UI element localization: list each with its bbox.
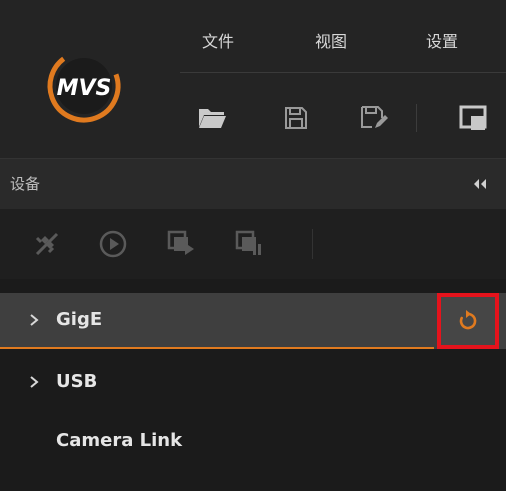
menu-file[interactable]: 文件 [202, 28, 234, 52]
save-button[interactable] [278, 100, 314, 136]
device-toolbar-separator [312, 229, 313, 259]
svg-text:MVS: MVS [57, 76, 112, 101]
disconnect-icon [35, 232, 59, 256]
top-bar: MVS 文件 视图 设置 [0, 0, 506, 158]
toolbar-separator [416, 104, 417, 132]
tree-item-label: Camera Link [56, 430, 183, 451]
start-grab-button[interactable] [164, 227, 198, 261]
tree-item-gige[interactable]: GigE [0, 293, 506, 349]
app-logo: MVS [40, 42, 128, 130]
play-icon [99, 230, 127, 258]
chevron-right-icon[interactable] [28, 313, 40, 327]
refresh-button[interactable] [437, 293, 499, 349]
refresh-icon [459, 310, 477, 330]
stop-grab-icon [235, 230, 261, 255]
menu-view[interactable]: 视图 [315, 28, 347, 52]
disconnect-button[interactable] [30, 227, 64, 261]
window-button[interactable] [456, 100, 492, 136]
window-icon [459, 105, 487, 130]
menu-bar: 文件 视图 设置 [180, 18, 506, 58]
stop-grab-button[interactable] [232, 227, 266, 261]
main-toolbar [180, 100, 506, 140]
start-grab-icon [167, 230, 194, 255]
save-icon [285, 107, 307, 129]
device-toolbar [0, 209, 506, 279]
selection-underline [0, 347, 434, 349]
mvs-logo-icon: MVS [47, 49, 121, 123]
save-as-button[interactable] [356, 100, 392, 136]
collapse-panel-button[interactable] [470, 175, 490, 193]
open-folder-icon [199, 109, 226, 128]
double-chevron-left-icon [474, 179, 486, 189]
tree-item-label: USB [56, 371, 98, 392]
menu-settings[interactable]: 设置 [426, 28, 458, 52]
tree-item-label: GigE [56, 309, 103, 330]
chevron-right-icon[interactable] [28, 375, 40, 389]
play-button[interactable] [96, 227, 130, 261]
menu-divider [180, 72, 506, 73]
open-button[interactable] [194, 100, 230, 136]
device-panel-header: 设备 [0, 158, 506, 210]
panel-title: 设备 [10, 175, 41, 193]
tree-item-usb[interactable]: USB [0, 355, 506, 411]
save-as-icon [361, 106, 388, 128]
tree-item-camera-link[interactable]: Camera Link [0, 414, 506, 470]
